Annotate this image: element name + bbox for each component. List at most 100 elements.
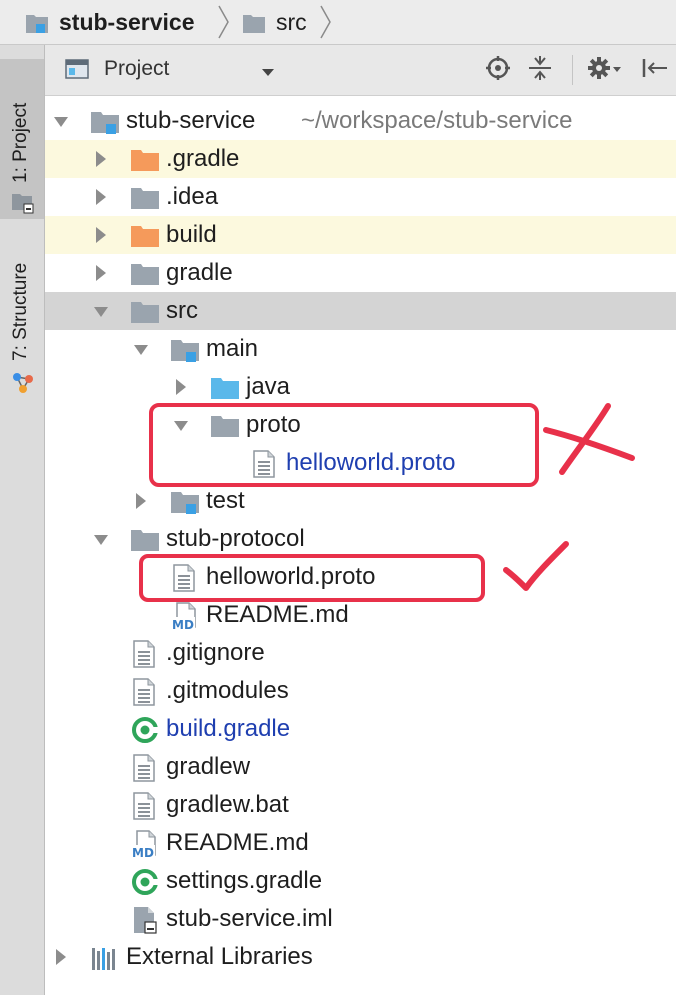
folder-icon — [243, 12, 265, 33]
navigation-bar: stub-service src — [0, 0, 676, 45]
file-text-icon — [133, 678, 161, 706]
tree-item-external-libraries[interactable]: External Libraries — [45, 938, 676, 976]
tree-item-dot-gradle[interactable]: .gradle — [45, 140, 676, 178]
chevron-down-icon[interactable] — [261, 65, 275, 83]
tab-project-label: 1: Project — [10, 102, 31, 183]
tree-item-gitmodules[interactable]: .gitmodules — [45, 672, 676, 710]
tree-item-gradle[interactable]: gradle — [45, 254, 676, 292]
tree-item-label: gradlew — [166, 753, 251, 780]
markdown-icon: MD — [171, 602, 201, 632]
tree-item-label: test — [206, 487, 245, 514]
markdown-icon: MD — [131, 830, 161, 860]
tree-item-src[interactable]: src — [45, 292, 676, 330]
gradle-icon — [131, 868, 159, 895]
tree-item-label: proto — [246, 411, 301, 438]
tree-item-build[interactable]: build — [45, 216, 676, 254]
tree-item-label: .gitmodules — [166, 677, 289, 704]
project-tree: stub-service ~/workspace/stub-service .g… — [45, 102, 676, 976]
file-text-icon — [133, 640, 161, 668]
expanded-arrow-icon[interactable] — [53, 111, 69, 131]
tree-item-label: .gitignore — [166, 639, 265, 666]
tree-item-gitignore[interactable]: .gitignore — [45, 634, 676, 672]
folder-icon — [131, 185, 159, 209]
file-text-icon — [173, 564, 201, 592]
tree-item-stub-service-iml[interactable]: stub-service.iml — [45, 900, 676, 938]
excluded-folder-icon — [131, 147, 159, 171]
tree-item-label: .idea — [166, 183, 219, 210]
folder-icon — [131, 527, 159, 551]
file-text-icon — [133, 792, 161, 820]
tree-item-label: build — [166, 221, 217, 248]
project-view-label[interactable]: Project — [104, 57, 169, 81]
tree-item-stub-protocol[interactable]: stub-protocol — [45, 520, 676, 558]
tree-item-label: java — [246, 373, 291, 400]
iml-icon — [133, 906, 161, 934]
tree-item-java[interactable]: java — [45, 368, 676, 406]
expanded-arrow-icon[interactable] — [93, 301, 109, 321]
tree-item-gradlew-bat[interactable]: gradlew.bat — [45, 786, 676, 824]
hide-panel-icon[interactable] — [641, 55, 669, 86]
tree-item-label: helloworld.proto — [286, 449, 456, 476]
breadcrumb-item-stub-service[interactable]: stub-service — [26, 0, 195, 44]
module-folder-icon — [91, 109, 119, 134]
structure-tab-icon — [11, 371, 35, 400]
collapsed-arrow-icon[interactable] — [93, 225, 109, 245]
tree-item-dot-idea[interactable]: .idea — [45, 178, 676, 216]
module-folder-icon — [171, 489, 199, 514]
tree-item-label: settings.gradle — [166, 867, 323, 894]
tree-item-readme[interactable]: MD README.md — [45, 824, 676, 862]
toolbar-divider — [572, 55, 573, 85]
breadcrumb-item-src[interactable]: src — [243, 0, 307, 44]
tree-item-proto[interactable]: proto — [45, 406, 676, 444]
file-text-icon — [133, 754, 161, 782]
tree-item-label: stub-service — [126, 107, 256, 134]
source-folder-icon — [211, 375, 239, 399]
tree-item-label: .gradle — [166, 145, 240, 172]
tree-item-label: build.gradle — [166, 715, 291, 742]
tree-item-label: gradlew.bat — [166, 791, 289, 818]
breadcrumb-separator — [218, 5, 229, 39]
expanded-arrow-icon[interactable] — [173, 415, 189, 435]
tree-item-build-gradle[interactable]: build.gradle — [45, 710, 676, 748]
tree-item-label: README.md — [166, 829, 309, 856]
tree-item-label: README.md — [206, 601, 349, 628]
tree-item-label: stub-service.iml — [166, 905, 333, 932]
tree-item-helloworld-proto-src[interactable]: helloworld.proto — [45, 444, 676, 482]
tree-item-helloworld-proto-protocol[interactable]: helloworld.proto — [45, 558, 676, 596]
expanded-arrow-icon[interactable] — [133, 339, 149, 359]
collapsed-arrow-icon[interactable] — [133, 491, 149, 511]
file-text-icon — [253, 450, 281, 478]
gear-icon[interactable] — [587, 55, 621, 86]
tree-item-label: External Libraries — [126, 943, 313, 970]
tool-window-strip: 1: Project 7: Structure — [0, 45, 45, 995]
tree-item-label: helloworld.proto — [206, 563, 376, 590]
tree-item-label: src — [166, 297, 198, 324]
tab-project[interactable]: 1: Project — [0, 59, 44, 219]
expanded-arrow-icon[interactable] — [93, 529, 109, 549]
excluded-folder-icon — [131, 223, 159, 247]
tab-structure[interactable]: 7: Structure — [0, 235, 44, 405]
tree-item-gradlew[interactable]: gradlew — [45, 748, 676, 786]
tree-item-settings-gradle[interactable]: settings.gradle — [45, 862, 676, 900]
breadcrumb-label: stub-service — [59, 8, 195, 35]
collapsed-arrow-icon[interactable] — [93, 187, 109, 207]
module-path-hint: ~/workspace/stub-service — [301, 107, 573, 134]
folder-icon — [211, 413, 239, 437]
folder-icon — [131, 261, 159, 285]
tree-item-readme-protocol[interactable]: MD README.md — [45, 596, 676, 634]
tree-item-test[interactable]: test — [45, 482, 676, 520]
collapsed-arrow-icon[interactable] — [53, 947, 69, 967]
collapsed-arrow-icon[interactable] — [173, 377, 189, 397]
tree-item-label: gradle — [166, 259, 233, 286]
tree-item-stub-service[interactable]: stub-service ~/workspace/stub-service — [45, 102, 676, 140]
tree-item-main[interactable]: main — [45, 330, 676, 368]
module-folder-icon — [26, 12, 48, 33]
project-tab-icon — [12, 192, 34, 219]
collapsed-arrow-icon[interactable] — [93, 263, 109, 283]
tree-item-label: stub-protocol — [166, 525, 305, 552]
collapsed-arrow-icon[interactable] — [93, 149, 109, 169]
svg-text:MD: MD — [172, 618, 194, 630]
breadcrumb-separator — [320, 5, 331, 39]
collapse-all-icon[interactable] — [527, 55, 553, 86]
locate-icon[interactable] — [485, 55, 511, 86]
